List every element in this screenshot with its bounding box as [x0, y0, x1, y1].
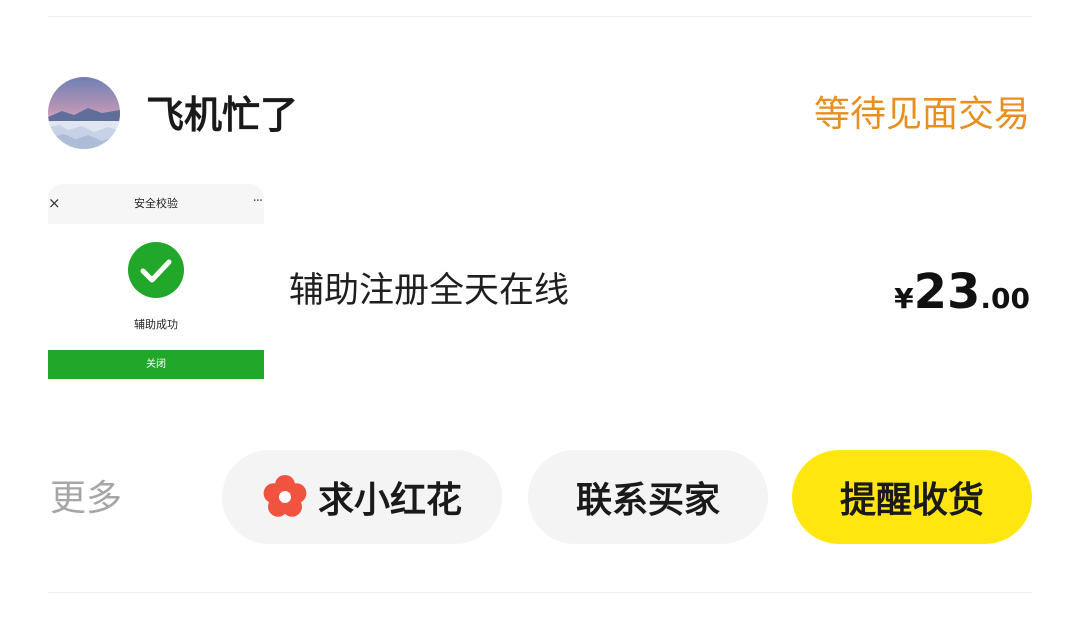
contact-buyer-label: 联系买家	[575, 480, 720, 521]
top-divider	[48, 16, 1032, 17]
item-title[interactable]: 辅助注册全天在线	[289, 266, 569, 316]
request-flower-button[interactable]: 求小红花	[222, 450, 502, 544]
order-status: 等待见面交易	[813, 94, 1030, 135]
price-integer: 23	[913, 264, 981, 320]
thumbnail-close-button: 关闭	[48, 350, 264, 379]
remind-receipt-button[interactable]: 提醒收货	[792, 450, 1032, 544]
bottom-divider	[48, 592, 1032, 593]
flower-icon	[263, 475, 307, 517]
seller-avatar[interactable]	[48, 77, 120, 149]
more-button[interactable]: 更多	[50, 474, 122, 524]
price-currency: ¥	[894, 282, 914, 315]
price-decimal: .00	[980, 282, 1030, 315]
order-card: 飞机忙了 等待见面交易 × 安全校验 ··· 辅助成功 关闭 辅助注册全天在线 …	[0, 0, 1080, 625]
request-flower-label: 求小红花	[317, 480, 462, 521]
seller-name[interactable]: 飞机忙了	[146, 90, 298, 140]
contact-buyer-button[interactable]: 联系买家	[528, 450, 768, 544]
item-price: ¥23.00	[894, 262, 1030, 333]
thumbnail-header-title: 安全校验	[134, 197, 178, 210]
item-thumbnail[interactable]: × 安全校验 ··· 辅助成功 关闭	[48, 184, 264, 384]
success-check-icon	[128, 242, 184, 298]
thumbnail-message: 辅助成功	[134, 318, 178, 331]
remind-receipt-label: 提醒收货	[839, 480, 984, 521]
more-dots-icon: ···	[252, 194, 263, 209]
